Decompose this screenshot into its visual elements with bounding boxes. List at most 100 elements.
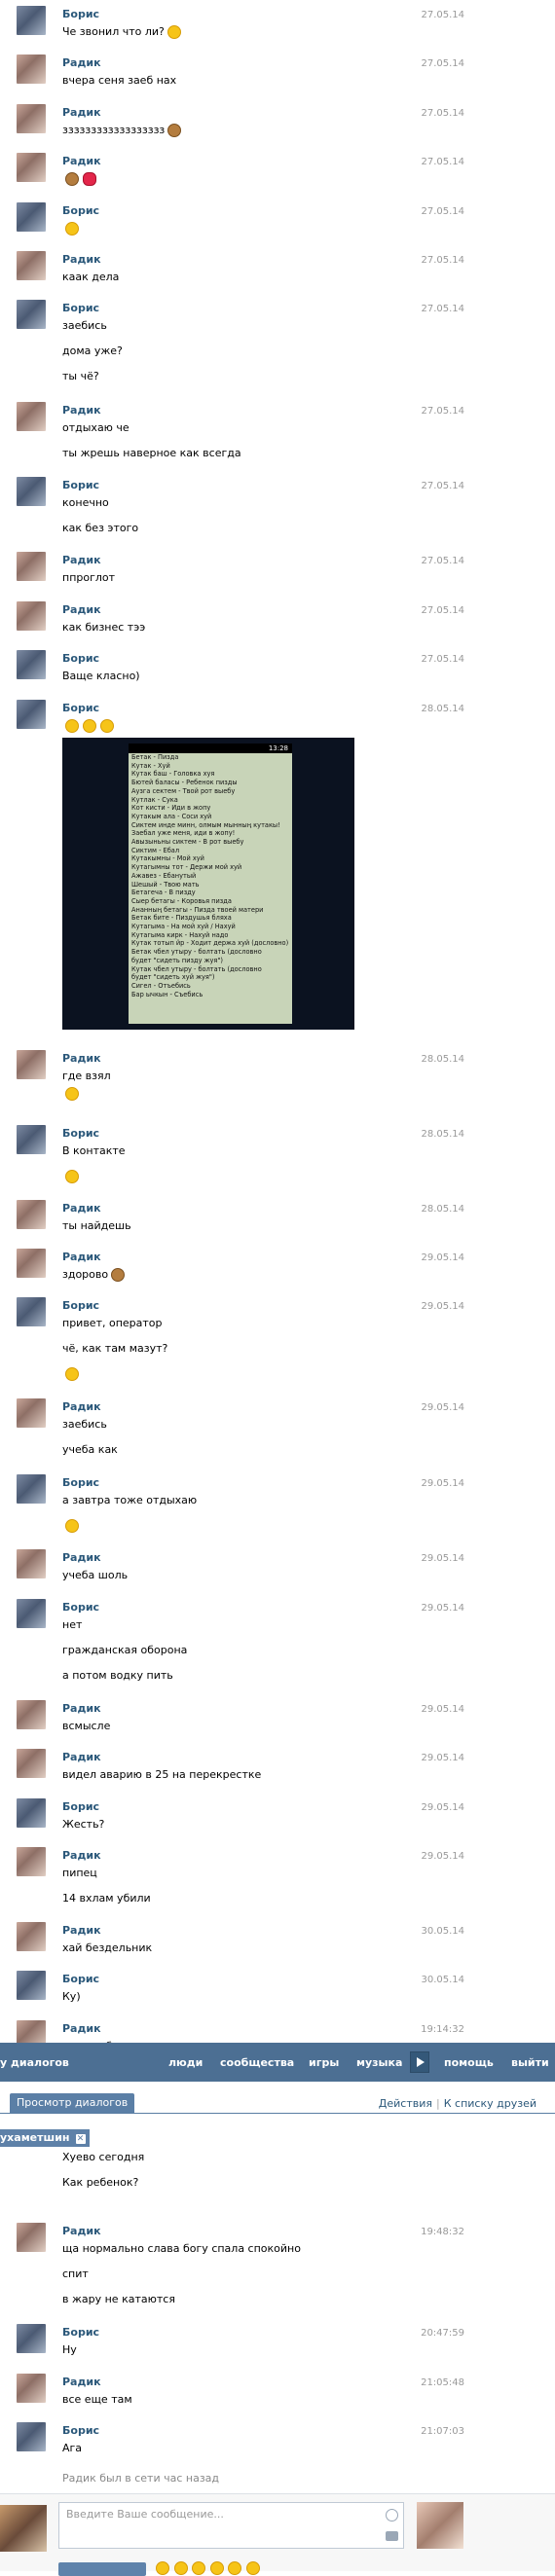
avatar[interactable]: [17, 202, 46, 232]
message-text: ты жрешь наверное как всегда: [62, 447, 241, 459]
avatar[interactable]: [17, 1249, 46, 1278]
avatar[interactable]: [17, 700, 46, 729]
friends-list-link[interactable]: К списку друзей: [444, 2097, 536, 2110]
sender-name[interactable]: Борис: [62, 2424, 99, 2437]
avatar[interactable]: [17, 1700, 46, 1729]
message-text-content: в жару не катаются: [62, 2293, 175, 2305]
sender-name[interactable]: Радик: [62, 2225, 101, 2237]
avatar[interactable]: [17, 1398, 46, 1428]
sender-name[interactable]: Радик: [62, 1924, 101, 1937]
sender-name[interactable]: Борис: [62, 1601, 99, 1614]
sender-name[interactable]: Борис: [62, 2326, 99, 2339]
sender-name[interactable]: Борис: [62, 8, 99, 20]
avatar[interactable]: [17, 2223, 46, 2252]
avatar[interactable]: [17, 650, 46, 679]
sender-name[interactable]: Радик: [62, 106, 101, 119]
sender-name[interactable]: Радик: [62, 1251, 101, 1263]
sender-name[interactable]: Радик: [62, 1849, 101, 1862]
sender-name[interactable]: Радик: [62, 1551, 101, 1564]
sender-name[interactable]: Борис: [62, 1800, 99, 1813]
smile-emoji-icon[interactable]: [173, 2561, 188, 2575]
sender-name[interactable]: Борис: [62, 702, 99, 714]
avatar[interactable]: [17, 1297, 46, 1326]
message: Радик 29.05.14 заебись учеба как: [0, 1393, 555, 1469]
avatar[interactable]: [17, 1549, 46, 1578]
smile-icon[interactable]: [386, 2509, 398, 2522]
nav-games[interactable]: игры: [309, 2056, 339, 2069]
message-input[interactable]: Введите Ваше сообщение...: [58, 2502, 404, 2549]
camera-icon[interactable]: [386, 2531, 398, 2541]
play-arrow-icon[interactable]: [410, 2051, 429, 2073]
sender-name[interactable]: Борис: [62, 1973, 99, 1985]
avatar[interactable]: [17, 6, 46, 35]
message-text-content: здорово: [62, 1268, 109, 1281]
avatar[interactable]: [17, 104, 46, 133]
actions-link[interactable]: Действия: [379, 2097, 432, 2110]
nav-dialogs[interactable]: у диалогов: [0, 2056, 69, 2069]
sender-name[interactable]: Борис: [62, 479, 99, 491]
avatar[interactable]: [17, 1474, 46, 1504]
sender-name[interactable]: Радик: [62, 1052, 101, 1065]
avatar[interactable]: [17, 251, 46, 280]
nav-music[interactable]: музыка: [356, 2056, 402, 2069]
message-text: ты чё?: [62, 370, 99, 382]
smile-emoji-icon[interactable]: [192, 2561, 205, 2575]
sender-name[interactable]: Радик: [62, 1751, 101, 1763]
sender-name[interactable]: Радик: [62, 2376, 101, 2388]
sender-name[interactable]: Радик: [62, 404, 101, 417]
smile-emoji-icon[interactable]: [228, 2561, 241, 2575]
avatar[interactable]: [17, 1971, 46, 2000]
avatar[interactable]: [17, 54, 46, 84]
smile-emoji-icon[interactable]: [245, 2561, 260, 2575]
tab-view-dialogs[interactable]: Просмотр диалогов: [10, 2093, 135, 2113]
nav-logout[interactable]: выйти: [511, 2056, 549, 2069]
sender-name[interactable]: Радик: [62, 155, 101, 167]
nav-help[interactable]: помощь: [444, 2056, 494, 2069]
nav-people[interactable]: люди: [168, 2056, 203, 2069]
avatar[interactable]: [17, 552, 46, 581]
avatar[interactable]: [17, 477, 46, 506]
sender-name[interactable]: Борис: [62, 1127, 99, 1140]
avatar[interactable]: [17, 2422, 46, 2451]
photo-text-line: Кутагыма - На мой хуй / Нахуй: [131, 923, 236, 931]
photo-text-line: Кот кисти - Иди в жопу: [131, 804, 211, 813]
avatar[interactable]: [17, 1599, 46, 1628]
my-avatar[interactable]: [0, 2505, 47, 2552]
avatar[interactable]: [17, 1847, 46, 1876]
smile-emoji-icon[interactable]: [209, 2561, 224, 2575]
sender-name[interactable]: Борис: [62, 1476, 99, 1489]
avatar[interactable]: [17, 1798, 46, 1828]
avatar[interactable]: [17, 300, 46, 329]
avatar[interactable]: [17, 2324, 46, 2353]
sender-name[interactable]: Радик: [62, 56, 101, 69]
sender-name[interactable]: Радик: [62, 554, 101, 566]
avatar[interactable]: [17, 1200, 46, 1229]
message-text: Жесть?: [62, 1818, 104, 1831]
avatar[interactable]: [17, 402, 46, 431]
attached-photo[interactable]: 13:28 Бетак - Пизда Кутак - Хуй Кутак баш -…: [62, 738, 354, 1030]
sender-name[interactable]: Борис: [62, 652, 99, 665]
photo-text-line: Бетак - Пизда: [131, 753, 179, 761]
smile-emoji-icon[interactable]: [156, 2561, 169, 2575]
avatar[interactable]: [17, 1125, 46, 1154]
avatar[interactable]: [17, 1050, 46, 1079]
send-button[interactable]: [58, 2562, 146, 2576]
sender-name[interactable]: Радик: [62, 603, 101, 616]
avatar[interactable]: [17, 601, 46, 631]
sender-name[interactable]: Радик: [62, 253, 101, 266]
sender-name[interactable]: Радик: [62, 2022, 101, 2035]
sender-name[interactable]: Борис: [62, 302, 99, 314]
sender-name[interactable]: Радик: [62, 1702, 101, 1715]
sender-name[interactable]: Радик: [62, 1400, 101, 1413]
message-text-content: Жесть?: [62, 1818, 105, 1831]
avatar[interactable]: [17, 2374, 46, 2403]
avatar[interactable]: [17, 153, 46, 182]
avatar[interactable]: [17, 1749, 46, 1778]
sender-name[interactable]: Борис: [62, 204, 99, 217]
peer-avatar[interactable]: [417, 2502, 463, 2549]
nav-communities[interactable]: сообщества: [220, 2056, 294, 2069]
sender-name[interactable]: Борис: [62, 1299, 99, 1312]
avatar[interactable]: [17, 1922, 46, 1951]
laugh-emoji-icon: [83, 719, 96, 733]
sender-name[interactable]: Радик: [62, 1202, 101, 1215]
